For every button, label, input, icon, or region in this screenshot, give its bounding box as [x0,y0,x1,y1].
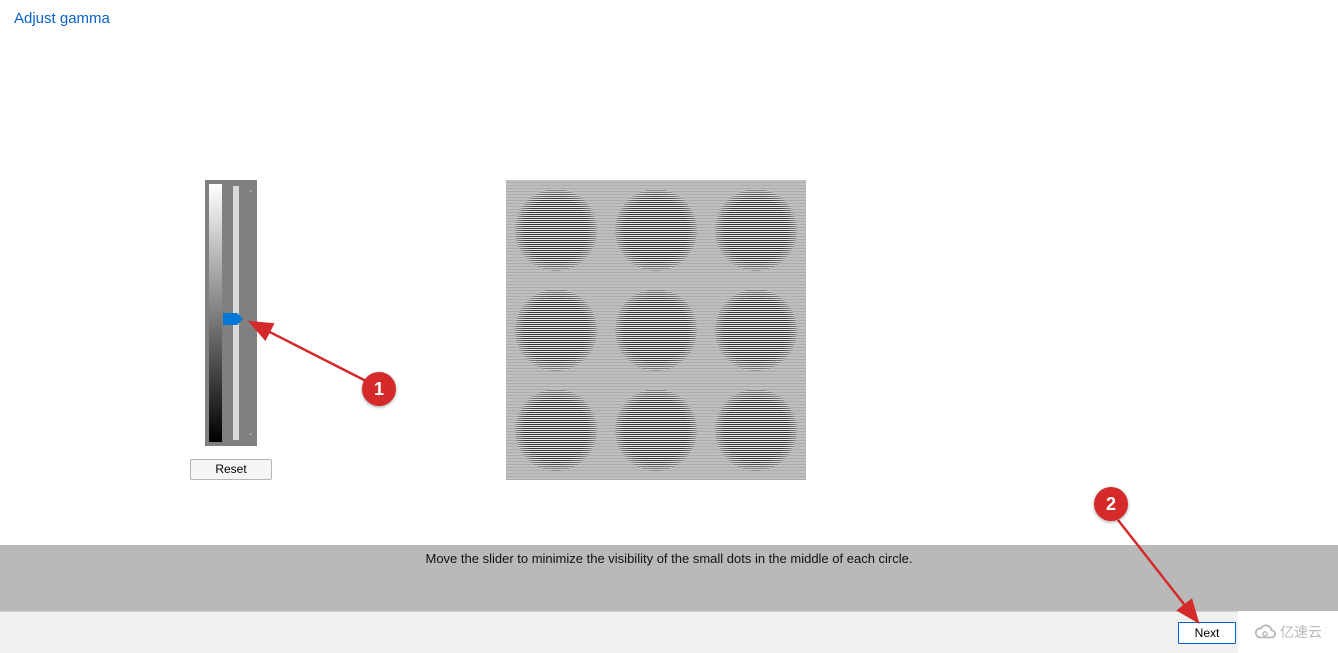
gamma-dot-icon [515,389,597,471]
gamma-dot-cell [706,280,806,380]
wizard-nav-bar: Next [0,611,1338,653]
gamma-dot-icon [515,289,597,371]
instruction-text: Move the slider to minimize the visibili… [0,551,1338,566]
gamma-dot-icon [715,289,797,371]
gamma-dot-icon [515,189,597,271]
gamma-dot-icon [715,189,797,271]
gamma-dot-cell [606,180,706,280]
gamma-dot-cell [506,180,606,280]
instruction-bar: Move the slider to minimize the visibili… [0,545,1338,611]
gamma-dot-cell [506,380,606,480]
reset-button[interactable]: Reset [190,459,272,480]
gamma-gradient-strip [209,184,222,442]
gamma-dot-cell [506,280,606,380]
gamma-dot-icon [615,189,697,271]
gamma-dot-cell [706,380,806,480]
gamma-slider-thumb[interactable] [223,313,243,325]
gamma-dot-cell [606,280,706,380]
gamma-slider-container: - - [205,180,257,446]
gamma-dot-icon [615,389,697,471]
next-button[interactable]: Next [1178,622,1236,644]
cloud-icon [1254,621,1276,643]
annotation-badge-1: 1 [362,372,396,406]
gamma-dot-cell [606,380,706,480]
gamma-preview-panel [506,180,806,480]
page-title: Adjust gamma [14,10,110,27]
annotation-badge-2: 2 [1094,487,1128,521]
gamma-dot-icon [715,389,797,471]
watermark: 亿速云 [1238,611,1338,653]
gamma-dot-icon [615,289,697,371]
watermark-text: 亿速云 [1280,622,1322,642]
gamma-dot-cell [706,180,806,280]
slider-tick-bottom: - [249,429,252,440]
slider-tick-top: - [249,186,252,197]
